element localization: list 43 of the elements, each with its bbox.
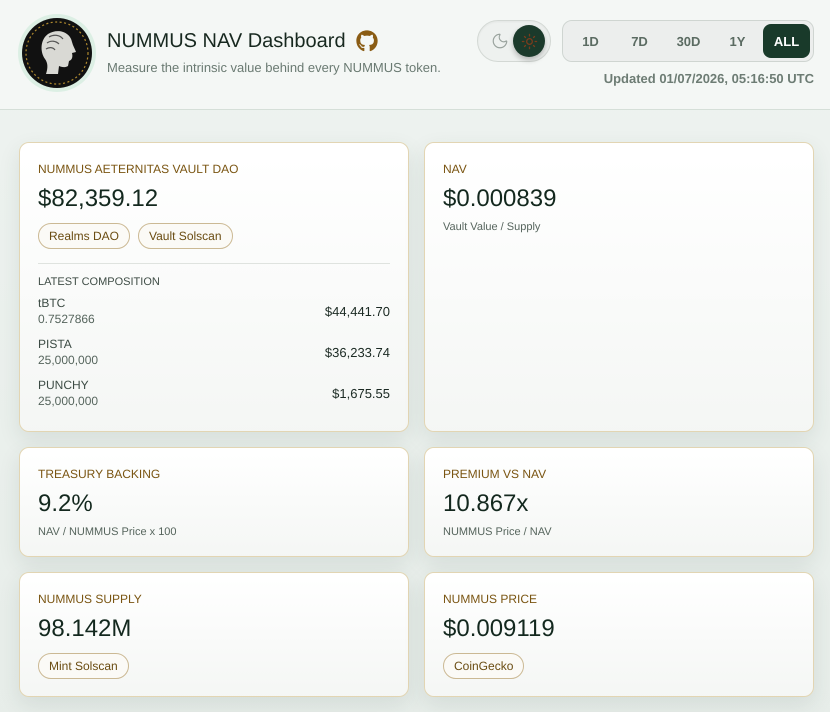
card-value: $82,359.12: [38, 184, 158, 214]
asset-name: PUNCHY: [38, 378, 90, 393]
sun-icon: [520, 32, 538, 50]
card-label: NUMMUS AETERNITAS VAULT DAO: [38, 162, 238, 176]
card-note: NUMMUS Price / NAV: [443, 526, 552, 539]
link-button[interactable]: Realms DAO: [38, 223, 130, 249]
card-value: $0.009119: [443, 614, 555, 644]
card-note: Vault Value / Supply: [443, 221, 540, 234]
asset-value: $44,441.70: [324, 304, 390, 320]
section-heading: LATEST COMPOSITION: [38, 275, 160, 289]
moon-icon: [491, 32, 509, 50]
asset-value: $1,675.55: [332, 386, 390, 402]
link-button[interactable]: Mint Solscan: [38, 653, 129, 679]
period-tab[interactable]: 1D: [567, 24, 614, 58]
card-label: PREMIUM VS NAV: [443, 467, 546, 481]
card-value: 98.142M: [38, 614, 132, 644]
asset-name: tBTC: [38, 296, 66, 311]
updated-timestamp: Updated 01/07/2026, 05:16:50 UTC: [604, 71, 814, 87]
theme-toggle[interactable]: [477, 20, 551, 62]
page-subtitle: Measure the intrinsic value behind every NUMMUS token.: [107, 60, 441, 76]
card-note: NAV / NUMMUS Price x 100: [38, 526, 177, 539]
period-tab[interactable]: 30D: [665, 24, 712, 58]
card-value: $0.000839: [443, 184, 556, 214]
card-label: TREASURY BACKING: [38, 467, 160, 481]
page-title: NUMMUS NAV Dashboard: [107, 28, 346, 52]
period-tab[interactable]: ALL: [763, 24, 810, 58]
asset-amount: 25,000,000: [38, 353, 98, 368]
card-value: 10.867x: [443, 489, 528, 519]
link-button[interactable]: CoinGecko: [443, 653, 524, 679]
period-tab[interactable]: 1Y: [714, 24, 761, 58]
card-label: NUMMUS SUPPLY: [38, 592, 142, 606]
card-value: 9.2%: [38, 489, 93, 519]
card-label: NAV: [443, 162, 467, 176]
asset-amount: 25,000,000: [38, 394, 98, 409]
link-button[interactable]: Vault Solscan: [138, 223, 233, 249]
asset-amount: 0.7527866: [38, 312, 95, 327]
card-label: NUMMUS PRICE: [443, 592, 538, 606]
asset-name: PISTA: [38, 337, 73, 352]
asset-value: $36,233.74: [324, 344, 390, 360]
period-tab[interactable]: 7D: [616, 24, 663, 58]
coin-logo-icon: [18, 14, 96, 92]
toggle-knob[interactable]: [513, 25, 545, 57]
github-icon[interactable]: [356, 30, 378, 52]
